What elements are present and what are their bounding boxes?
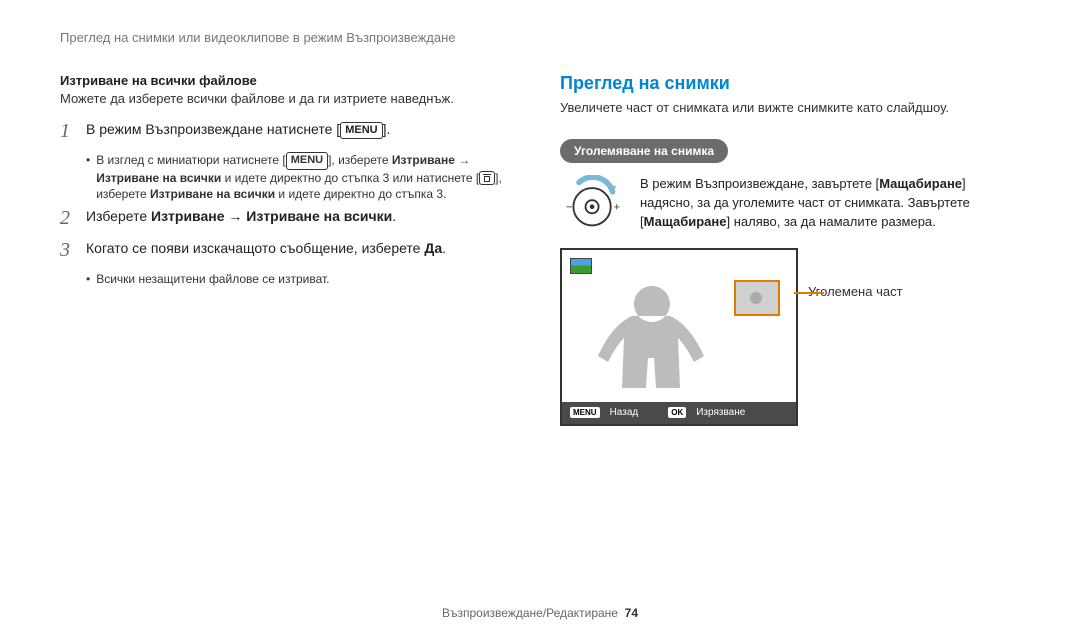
b1c: Изтриване <box>392 153 455 167</box>
right-column: Преглед на снимки Увеличете част от сним… <box>560 73 1020 426</box>
breadcrumb: Преглед на снимки или видеоклипове в реж… <box>60 30 1020 45</box>
step-number: 1 <box>60 120 74 142</box>
bullet3-text: Всички незащитени файлове се изтриват. <box>96 271 329 288</box>
footer-page: 74 <box>625 606 638 620</box>
step1-bullet: В изглед с миниатюри натиснете [MENU], и… <box>86 152 520 203</box>
page-footer: Възпроизвеждане/Редактиране 74 <box>0 606 1080 620</box>
screen-crop-label: Изрязване <box>696 407 745 418</box>
zoomed-area-box <box>734 280 780 316</box>
s2c: → <box>225 208 247 224</box>
s2a: Изберете <box>86 208 151 224</box>
db: Мащабиране <box>879 176 962 191</box>
b1b: ], изберете <box>328 153 392 167</box>
s3c: . <box>442 240 446 256</box>
screen-footer: MENU Назад OK Изрязване <box>562 402 796 424</box>
step-body: В режим Възпроизвеждане натиснете [MENU]… <box>86 120 520 140</box>
thumbnail-indicator-icon <box>570 258 592 274</box>
svg-text:−: − <box>566 201 573 213</box>
dial-text: В режим Възпроизвеждане, завъртете [Маща… <box>640 175 1020 232</box>
b1h: Изтриване на всички <box>150 187 275 201</box>
s3a: Когато се появи изскачащото съобщение, и… <box>86 240 424 256</box>
delete-all-subhead: Изтриване на всички файлове <box>60 73 520 88</box>
footer-section: Възпроизвеждане/Редактиране <box>442 606 618 620</box>
menu-icon: MENU <box>340 122 382 139</box>
view-photos-intro: Увеличете част от снимката или вижте сни… <box>560 100 1020 115</box>
content-columns: Изтриване на всички файлове Можете да из… <box>60 73 1020 426</box>
step-body: Когато се появи изскачащото съобщение, и… <box>86 239 520 259</box>
zoom-dial-icon: − + <box>560 175 626 231</box>
left-column: Изтриване на всички файлове Можете да из… <box>60 73 520 426</box>
trash-icon <box>479 171 495 185</box>
svg-text:+: + <box>614 201 621 213</box>
child-silhouette-icon <box>582 278 722 398</box>
b1f: и идете директно до стъпка 3 или натисне… <box>221 171 479 185</box>
step-3: 3 Когато се появи изскачащото съобщение,… <box>60 239 520 261</box>
delete-all-intro: Можете да изберете всички файлове и да г… <box>60 91 520 106</box>
menu-icon: MENU <box>286 152 328 169</box>
enlarge-pill: Уголемяване на снимка <box>560 139 728 163</box>
dd: Мащабиране <box>644 214 727 229</box>
preview-screen: MENU Назад OK Изрязване <box>560 248 798 426</box>
step-number: 3 <box>60 239 74 261</box>
screen-ok-btn: OK <box>668 407 686 418</box>
s2b: Изтриване <box>151 208 225 224</box>
s2d: Изтриване на всички <box>246 208 392 224</box>
s2e: . <box>392 208 396 224</box>
step-2: 2 Изберете Изтриване → Изтриване на всич… <box>60 207 520 229</box>
callout-line <box>794 292 824 294</box>
b1e: Изтриване на всички <box>96 171 221 185</box>
s3b: Да <box>424 240 442 256</box>
b1i: и идете директно до стъпка 3. <box>275 187 446 201</box>
da: В режим Възпроизвеждане, завъртете [ <box>640 176 879 191</box>
b1d: → <box>455 153 470 167</box>
view-photos-title: Преглед на снимки <box>560 73 1020 94</box>
step1-text-b: ]. <box>383 121 391 137</box>
de: ] наляво, за да намалите размера. <box>726 214 935 229</box>
screen-menu-btn: MENU <box>570 407 600 418</box>
step-1: 1 В режим Възпроизвеждане натиснете [MEN… <box>60 120 520 142</box>
step1-text-a: В режим Възпроизвеждане натиснете [ <box>86 121 340 137</box>
step-body: Изберете Изтриване → Изтриване на всички… <box>86 207 520 227</box>
screen-row: MENU Назад OK Изрязване Уголемена част <box>560 248 1020 426</box>
screen-back-label: Назад <box>610 407 639 418</box>
b1a: В изглед с миниатюри натиснете [ <box>96 153 285 167</box>
step-number: 2 <box>60 207 74 229</box>
dial-instruction: − + В режим Възпроизвеждане, завъртете [… <box>560 175 1020 232</box>
step3-bullet: Всички незащитени файлове се изтриват. <box>86 271 520 288</box>
